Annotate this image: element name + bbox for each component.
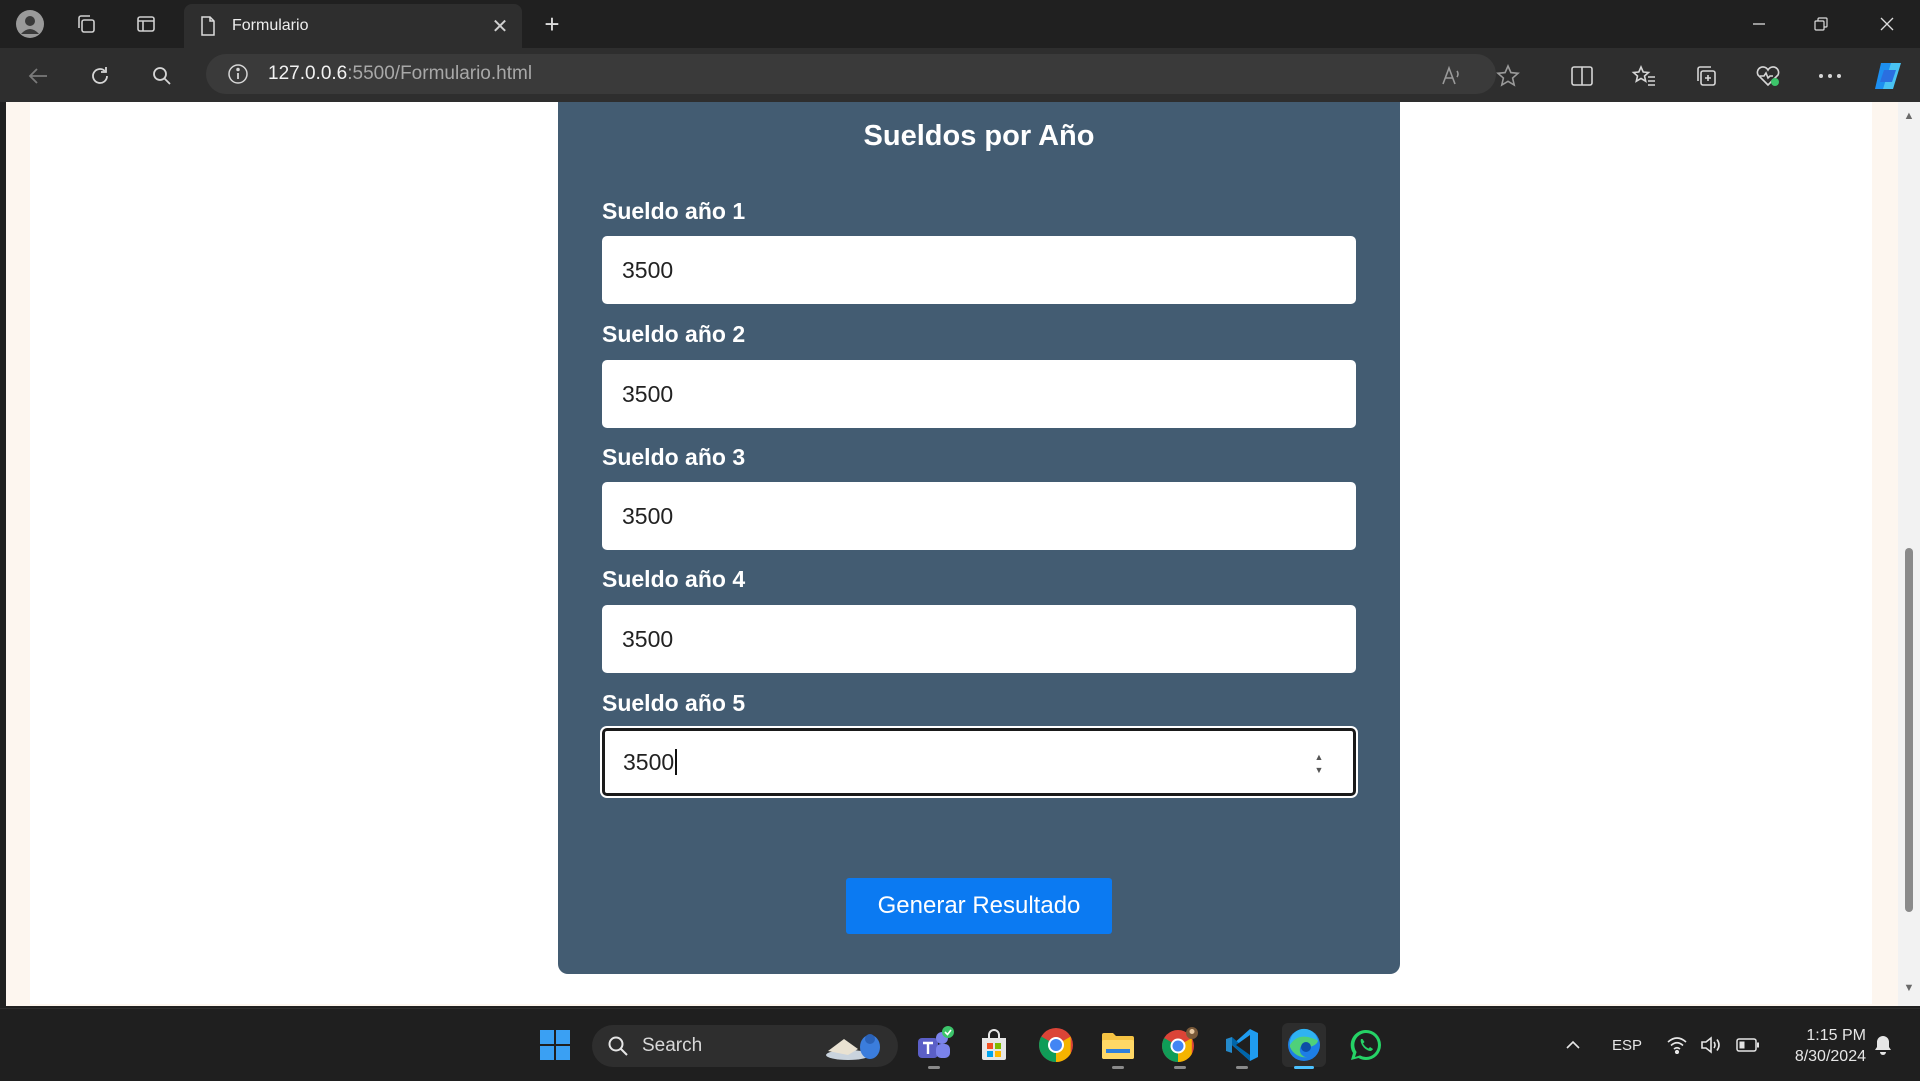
back-arrow-icon[interactable] bbox=[20, 58, 56, 94]
restore-button[interactable] bbox=[1790, 0, 1852, 48]
read-aloud-icon[interactable] bbox=[1434, 58, 1470, 94]
running-indicator bbox=[1174, 1066, 1186, 1069]
chrome-profile-app-icon[interactable] bbox=[1158, 1023, 1202, 1069]
tab-actions-icon[interactable] bbox=[130, 8, 162, 40]
split-screen-icon[interactable] bbox=[1564, 58, 1600, 94]
salary-year-1-input[interactable]: 3500 bbox=[602, 236, 1356, 304]
collections-icon[interactable] bbox=[1688, 58, 1724, 94]
vscode-app-icon[interactable] bbox=[1220, 1023, 1264, 1069]
salary-year-1-label: Sueldo año 1 bbox=[602, 198, 746, 224]
salary-year-4-value: 3500 bbox=[622, 625, 674, 652]
salary-year-1-value: 3500 bbox=[622, 256, 674, 283]
salary-year-2-value: 3500 bbox=[622, 380, 674, 407]
chrome-app-icon[interactable] bbox=[1034, 1023, 1078, 1067]
minimize-button[interactable] bbox=[1728, 0, 1790, 48]
scrollbar-thumb[interactable] bbox=[1905, 548, 1913, 912]
scroll-down-arrow-icon[interactable]: ▼ bbox=[1903, 982, 1915, 994]
close-window-button[interactable] bbox=[1856, 0, 1918, 48]
form-title: Sueldos por Año bbox=[863, 120, 1095, 152]
address-bar[interactable]: 127.0.0.6:5500/Formulario.html bbox=[206, 54, 1496, 94]
tab-title: Formulario bbox=[232, 17, 309, 34]
salary-year-3-input[interactable]: 3500 bbox=[602, 482, 1356, 550]
search-highlight-icon bbox=[826, 1034, 880, 1060]
refresh-icon[interactable] bbox=[82, 58, 118, 94]
site-info-icon[interactable] bbox=[226, 62, 250, 86]
volume-icon[interactable] bbox=[1698, 1009, 1724, 1081]
text-caret bbox=[675, 749, 678, 775]
page-viewport: Sueldos por Año Sueldo año 1 3500 Sueldo… bbox=[6, 102, 1898, 1006]
salary-year-5-label: Sueldo año 5 bbox=[602, 690, 746, 716]
input-language-indicator[interactable]: ESP bbox=[1604, 1009, 1650, 1081]
url-path: :5500/Formulario.html bbox=[347, 63, 533, 84]
salary-year-2-input[interactable]: 3500 bbox=[602, 360, 1356, 428]
microsoft-store-icon[interactable] bbox=[972, 1023, 1016, 1067]
generate-result-button[interactable]: Generar Resultado bbox=[846, 878, 1112, 934]
search-icon bbox=[606, 1034, 630, 1058]
copilot-icon[interactable] bbox=[1870, 58, 1906, 94]
browser-essentials-icon[interactable] bbox=[1750, 58, 1786, 94]
salary-year-5-input[interactable]: 3500 ▲ ▼ bbox=[602, 728, 1356, 796]
file-explorer-icon[interactable] bbox=[1096, 1023, 1140, 1069]
whatsapp-app-icon[interactable] bbox=[1344, 1023, 1388, 1067]
running-indicator bbox=[1236, 1066, 1248, 1069]
running-indicator bbox=[928, 1066, 940, 1069]
salary-year-4-label: Sueldo año 4 bbox=[602, 566, 746, 592]
close-tab-icon[interactable]: ✕ bbox=[486, 12, 514, 40]
search-label: Search bbox=[642, 1035, 703, 1056]
system-clock[interactable]: 1:15 PM 8/30/2024 bbox=[1770, 1025, 1866, 1067]
salary-form-card: Sueldos por Año Sueldo año 1 3500 Sueldo… bbox=[558, 102, 1400, 974]
number-spinner-icon[interactable]: ▲ ▼ bbox=[1313, 753, 1325, 775]
favorites-icon[interactable] bbox=[1626, 58, 1662, 94]
salary-year-2-label: Sueldo año 2 bbox=[602, 321, 746, 347]
show-hidden-icons-chevron-icon[interactable] bbox=[1560, 1009, 1586, 1081]
page-icon bbox=[196, 14, 220, 38]
battery-icon[interactable] bbox=[1734, 1009, 1762, 1081]
workspaces-icon[interactable] bbox=[70, 8, 102, 40]
windows-taskbar: Search ESP 1:15 PM 8/30/2024 bbox=[0, 1008, 1920, 1081]
new-tab-button[interactable]: + bbox=[536, 8, 568, 40]
salary-year-4-input[interactable]: 3500 bbox=[602, 605, 1356, 673]
page-body: Sueldos por Año Sueldo año 1 3500 Sueldo… bbox=[30, 102, 1872, 1004]
wifi-icon[interactable] bbox=[1664, 1009, 1690, 1081]
edge-app-icon[interactable] bbox=[1282, 1023, 1326, 1069]
notification-bell-icon[interactable] bbox=[1870, 1009, 1896, 1081]
running-indicator bbox=[1112, 1066, 1124, 1069]
favorite-star-icon[interactable] bbox=[1490, 58, 1526, 94]
page-scrollbar[interactable]: ▲ ▼ bbox=[1898, 102, 1920, 1006]
salary-year-3-label: Sueldo año 3 bbox=[602, 444, 746, 470]
clock-date: 8/30/2024 bbox=[1794, 1048, 1866, 1065]
profile-avatar-icon[interactable] bbox=[14, 8, 46, 40]
url-host: 127.0.0.6 bbox=[268, 63, 348, 84]
browser-title-bar: Formulario ✕ + bbox=[0, 0, 1920, 48]
tab-formulario[interactable]: Formulario ✕ bbox=[184, 4, 522, 48]
search-icon[interactable] bbox=[144, 58, 180, 94]
active-indicator bbox=[1294, 1066, 1314, 1069]
clock-time: 1:15 PM bbox=[1806, 1027, 1866, 1044]
url-text: 127.0.0.6:5500/Formulario.html bbox=[268, 63, 532, 85]
teams-app-icon[interactable] bbox=[912, 1023, 956, 1069]
windows-start-icon[interactable] bbox=[533, 1023, 577, 1067]
taskbar-search-box[interactable]: Search bbox=[592, 1025, 898, 1067]
salary-year-3-value: 3500 bbox=[622, 502, 674, 529]
more-options-icon[interactable] bbox=[1812, 58, 1848, 94]
salary-year-5-value: 3500 bbox=[623, 748, 675, 775]
browser-toolbar: 127.0.0.6:5500/Formulario.html bbox=[0, 48, 1920, 102]
scroll-up-arrow-icon[interactable]: ▲ bbox=[1903, 110, 1915, 122]
